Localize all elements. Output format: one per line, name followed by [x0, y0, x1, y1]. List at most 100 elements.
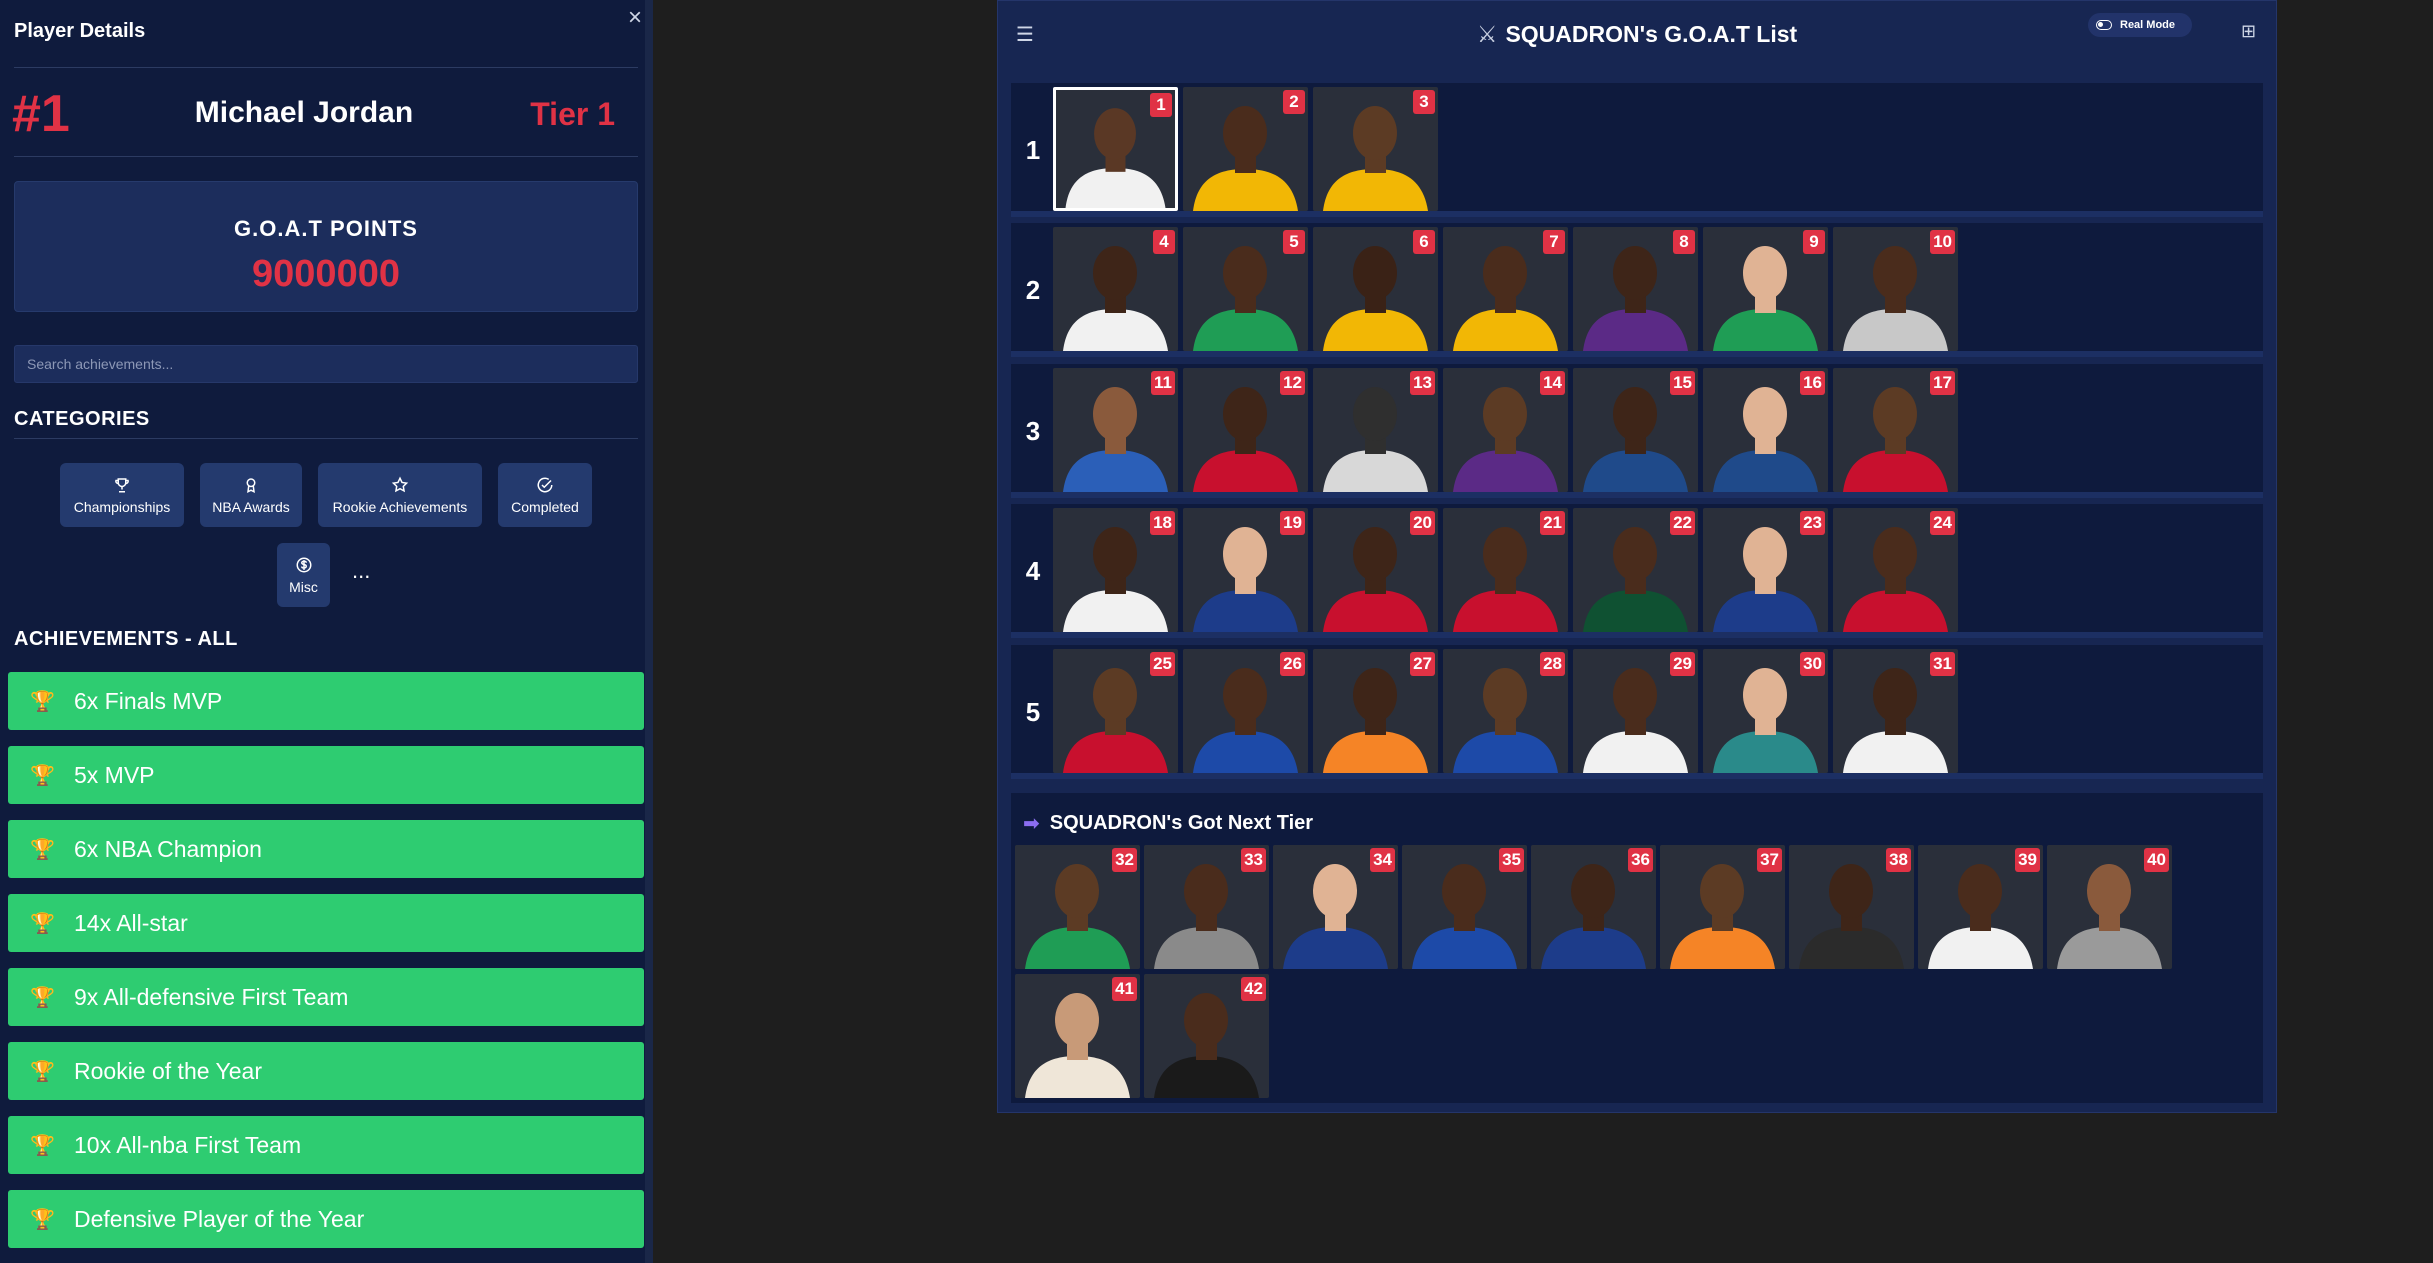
- player-card[interactable]: 2: [1183, 87, 1308, 211]
- player-card[interactable]: 8: [1573, 227, 1698, 351]
- trophy-icon: [115, 477, 129, 492]
- rank-badge: 18: [1150, 511, 1175, 535]
- rank-badge: 14: [1540, 371, 1565, 395]
- tier-label: 4: [1025, 555, 1041, 586]
- trophy-icon: 🏆: [30, 838, 55, 861]
- category-misc-button[interactable]: Misc: [277, 543, 330, 607]
- rank-badge: 35: [1499, 848, 1524, 872]
- rank-badge: 16: [1800, 371, 1825, 395]
- player-card[interactable]: 9: [1703, 227, 1828, 351]
- add-square-icon[interactable]: ⊞: [2241, 21, 2256, 42]
- category-label: Misc: [289, 578, 318, 595]
- category-nba-awards-button[interactable]: NBA Awards: [200, 463, 302, 527]
- real-mode-label: Real Mode: [2120, 19, 2176, 31]
- player-card[interactable]: 36: [1531, 845, 1656, 969]
- category-championships-button[interactable]: Championships: [60, 463, 184, 527]
- player-card[interactable]: 6: [1313, 227, 1438, 351]
- player-card[interactable]: 19: [1183, 508, 1308, 632]
- crossed-swords-icon: ⚔: [1476, 21, 1498, 47]
- player-card[interactable]: 35: [1402, 845, 1527, 969]
- category-rookie-achievements-button[interactable]: Rookie Achievements: [318, 463, 482, 527]
- rank-badge: 37: [1757, 848, 1782, 872]
- tier-cards: 25 26 27 28 29 30 31: [1053, 649, 1958, 773]
- player-card[interactable]: 40: [2047, 845, 2172, 969]
- tier-label: 1: [1025, 134, 1041, 165]
- achievement-item[interactable]: 🏆 9x All-defensive First Team: [8, 968, 644, 1026]
- achievement-item[interactable]: 🏆 Defensive Player of the Year: [8, 1190, 644, 1248]
- rank-badge: 12: [1280, 371, 1305, 395]
- player-card[interactable]: 41: [1015, 974, 1140, 1098]
- player-card[interactable]: 1: [1053, 87, 1178, 211]
- player-card[interactable]: 30: [1703, 649, 1828, 773]
- player-card[interactable]: 34: [1273, 845, 1398, 969]
- award-icon: [246, 477, 256, 493]
- dollar-icon: [296, 557, 311, 572]
- player-card[interactable]: 12: [1183, 368, 1308, 492]
- player-card[interactable]: 33: [1144, 845, 1269, 969]
- player-card[interactable]: 24: [1833, 508, 1958, 632]
- search-achievements-input[interactable]: [14, 345, 638, 383]
- player-card[interactable]: 39: [1918, 845, 2043, 969]
- category-completed-button[interactable]: Completed: [498, 463, 592, 527]
- trophy-icon: 🏆: [30, 1060, 55, 1083]
- player-card[interactable]: 11: [1053, 368, 1178, 492]
- achievement-label: 14x All-star: [74, 909, 188, 936]
- achievement-label: 9x All-defensive First Team: [74, 983, 349, 1010]
- more-categories-button[interactable]: ...: [352, 558, 370, 584]
- achievement-item[interactable]: 🏆 5x MVP: [8, 746, 644, 804]
- rank-badge: 39: [2015, 848, 2040, 872]
- player-card[interactable]: 20: [1313, 508, 1438, 632]
- player-card[interactable]: 32: [1015, 845, 1140, 969]
- player-card[interactable]: 23: [1703, 508, 1828, 632]
- rank-badge: 40: [2144, 848, 2169, 872]
- player-card[interactable]: 42: [1144, 974, 1269, 1098]
- player-card[interactable]: 37: [1660, 845, 1785, 969]
- player-card[interactable]: 5: [1183, 227, 1308, 351]
- tier-row-3[interactable]: 3 11 12 13 14 15 16 17: [1011, 364, 2263, 498]
- tier-row-1[interactable]: 1 1 2 3: [1011, 83, 2263, 217]
- player-card[interactable]: 27: [1313, 649, 1438, 773]
- player-card[interactable]: 4: [1053, 227, 1178, 351]
- player-card[interactable]: 14: [1443, 368, 1568, 492]
- player-card[interactable]: 3: [1313, 87, 1438, 211]
- tier-row-4[interactable]: 4 18 19 20 21 22 23 24: [1011, 504, 2263, 638]
- player-card[interactable]: 28: [1443, 649, 1568, 773]
- player-card[interactable]: 15: [1573, 368, 1698, 492]
- achievements-heading: ACHIEVEMENTS - ALL: [14, 628, 238, 650]
- player-details-panel: Player Details × #1 Michael Jordan Tier …: [0, 0, 653, 1263]
- category-label: Championships: [73, 498, 171, 515]
- tier-cards: 11 12 13 14 15 16 17: [1053, 368, 1958, 492]
- player-card[interactable]: 25: [1053, 649, 1178, 773]
- real-mode-toggle[interactable]: Real Mode: [2088, 13, 2192, 37]
- tier-cards: 4 5 6 7 8 9 10: [1053, 227, 1958, 351]
- player-card[interactable]: 38: [1789, 845, 1914, 969]
- achievement-label: Rookie of the Year: [74, 1057, 262, 1084]
- player-card[interactable]: 22: [1573, 508, 1698, 632]
- category-label: NBA Awards: [212, 498, 290, 515]
- player-card[interactable]: 10: [1833, 227, 1958, 351]
- achievement-item[interactable]: 🏆 10x All-nba First Team: [8, 1116, 644, 1174]
- player-card[interactable]: 26: [1183, 649, 1308, 773]
- player-card[interactable]: 17: [1833, 368, 1958, 492]
- tier-row-2[interactable]: 2 4 5 6 7 8 9 10: [1011, 223, 2263, 357]
- close-icon[interactable]: ×: [628, 4, 642, 32]
- player-card[interactable]: 29: [1573, 649, 1698, 773]
- achievement-item[interactable]: 🏆 14x All-star: [8, 894, 644, 952]
- player-card[interactable]: 16: [1703, 368, 1828, 492]
- tier-row-5[interactable]: 5 25 26 27 28 29 30 31: [1011, 645, 2263, 779]
- achievement-item[interactable]: 🏆 6x Finals MVP: [8, 672, 644, 730]
- rank-badge: 17: [1930, 371, 1955, 395]
- player-card[interactable]: 7: [1443, 227, 1568, 351]
- player-card[interactable]: 13: [1313, 368, 1438, 492]
- rank-badge: 21: [1540, 511, 1565, 535]
- player-card[interactable]: 21: [1443, 508, 1568, 632]
- achievement-item[interactable]: 🏆 6x NBA Champion: [8, 820, 644, 878]
- category-label: Rookie Achievements: [332, 498, 468, 515]
- player-card[interactable]: 31: [1833, 649, 1958, 773]
- rank-badge: 1: [1150, 93, 1172, 117]
- achievement-item[interactable]: 🏆 Rookie of the Year: [8, 1042, 644, 1100]
- rank-badge: 22: [1670, 511, 1695, 535]
- rank-badge: 23: [1800, 511, 1825, 535]
- player-card[interactable]: 18: [1053, 508, 1178, 632]
- achievement-label: 6x NBA Champion: [74, 835, 262, 862]
